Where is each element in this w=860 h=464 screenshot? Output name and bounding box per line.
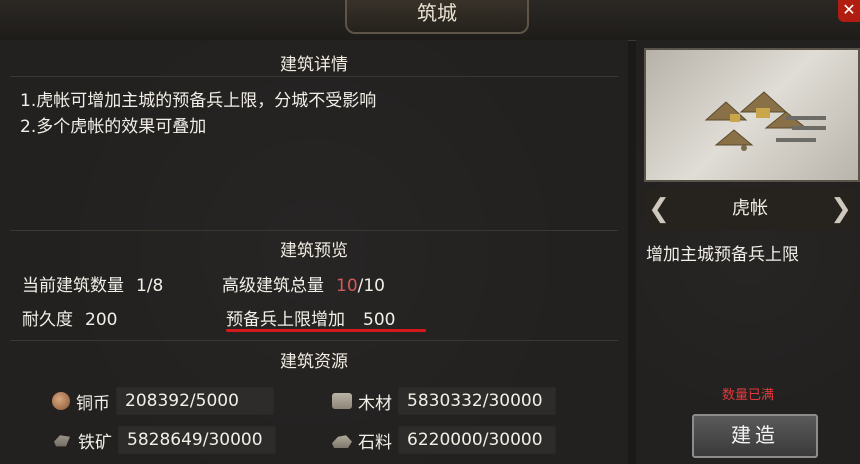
wood-icon — [332, 393, 352, 409]
advanced-total-label: 高级建筑总量 — [222, 276, 324, 296]
resource-name: 铁矿 — [78, 432, 112, 453]
durability-value: 200 — [85, 310, 118, 330]
detail-line-2: 2.多个虎帐的效果可叠加 — [20, 117, 207, 137]
resource-name: 木材 — [358, 393, 392, 414]
durability: 耐久度 200 — [22, 305, 117, 330]
build-button[interactable]: 建造 — [692, 414, 818, 458]
resource-stone: 石料 6220000/30000 — [332, 426, 556, 454]
reserve-label: 预备兵上限增加 — [226, 310, 345, 330]
reserve-underline — [226, 329, 426, 332]
resources-divider — [10, 340, 618, 341]
close-button[interactable]: ✕ — [838, 0, 860, 22]
resource-value: 5830332/30000 — [398, 387, 556, 415]
resource-wood: 木材 5830332/30000 — [332, 387, 556, 415]
details-title: 建筑详情 — [280, 55, 348, 75]
status-text: 数量已满 — [721, 388, 774, 403]
preview-divider-top — [10, 230, 618, 231]
tiger-camp-illustration — [704, 91, 826, 151]
resource-iron: 铁矿 5828649/30000 — [52, 426, 276, 454]
window-title: 筑城 — [345, 0, 529, 34]
resources-title: 建筑资源 — [280, 352, 348, 372]
preview-title: 建筑预览 — [280, 241, 348, 261]
iron-icon — [54, 435, 70, 447]
building-preview-image — [644, 48, 860, 182]
next-building-button[interactable]: ❯ — [830, 188, 852, 230]
resource-name: 石料 — [358, 432, 392, 453]
reserve-value: 500 — [363, 310, 396, 330]
current-count: 当前建筑数量 1/8 — [22, 271, 163, 296]
resource-value: 6220000/30000 — [398, 426, 556, 454]
building-name: 虎帐 — [732, 198, 768, 219]
durability-label: 耐久度 — [22, 310, 73, 330]
resource-name: 铜币 — [76, 393, 110, 414]
details-divider — [10, 76, 618, 77]
resource-copper: 铜币 208392/5000 — [52, 387, 274, 415]
advanced-total-max: /10 — [357, 276, 385, 296]
resource-value: 208392/5000 — [116, 387, 274, 415]
stone-icon — [332, 435, 352, 448]
advanced-total: 高级建筑总量 10/10 — [222, 271, 385, 296]
resource-value: 5828649/30000 — [118, 426, 276, 454]
coin-icon — [52, 392, 70, 410]
detail-line-1: 1.虎帐可增加主城的预备兵上限，分城不受影响 — [20, 91, 377, 111]
advanced-total-current: 10 — [336, 276, 358, 296]
current-count-label: 当前建筑数量 — [22, 276, 124, 296]
building-selector: ❮ 虎帐 ❯ — [644, 188, 856, 230]
building-description: 增加主城预备兵上限 — [646, 245, 799, 265]
current-count-value: 1/8 — [136, 276, 164, 296]
reserve-bonus: 预备兵上限增加 500 — [226, 305, 395, 330]
